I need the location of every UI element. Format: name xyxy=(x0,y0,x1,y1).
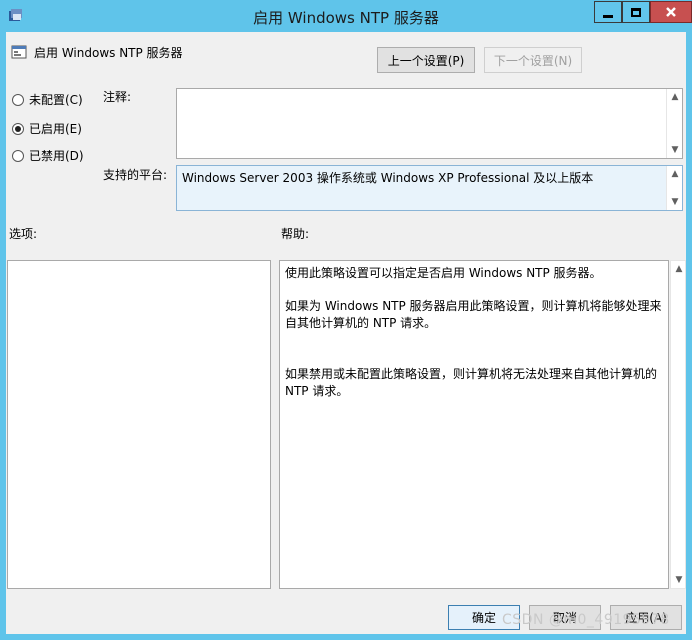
supported-platform-text: Windows Server 2003 操作系统或 Windows XP Pro… xyxy=(182,171,594,185)
radio-circle-selected xyxy=(12,122,24,135)
title-bar[interactable]: 启用 Windows NTP 服务器 xyxy=(0,0,692,32)
comment-field[interactable]: ▲ ▼ xyxy=(176,88,683,159)
maximize-button[interactable] xyxy=(622,1,650,23)
scroll-up-icon[interactable]: ▲ xyxy=(670,169,680,179)
dialog-body: 启用 Windows NTP 服务器 上一个设置(P) 下一个设置(N) 未配置… xyxy=(6,32,686,634)
minimize-icon xyxy=(603,14,613,18)
scroll-down-icon[interactable]: ▼ xyxy=(670,197,680,207)
close-button[interactable] xyxy=(650,1,692,23)
help-panel: 使用此策略设置可以指定是否启用 Windows NTP 服务器。 如果为 Win… xyxy=(279,260,669,589)
window-title: 启用 Windows NTP 服务器 xyxy=(253,9,439,27)
options-label: 选项: xyxy=(9,227,38,241)
radio-enabled[interactable]: 已启用(E) xyxy=(12,120,82,137)
help-scrollbar[interactable]: ▲ ▼ xyxy=(670,260,686,589)
scroll-up-icon[interactable]: ▲ xyxy=(670,92,680,102)
supported-on-label: 支持的平台: xyxy=(103,168,168,182)
scroll-down-icon[interactable]: ▼ xyxy=(674,575,684,585)
comment-label: 注释: xyxy=(103,90,132,104)
close-icon xyxy=(666,7,676,17)
previous-setting-button[interactable]: 上一个设置(P) xyxy=(377,47,475,73)
minimize-button[interactable] xyxy=(594,1,622,23)
radio-circle xyxy=(12,93,24,106)
ok-label: 确定 xyxy=(471,611,496,625)
help-paragraph: 如果为 Windows NTP 服务器启用此策略设置，则计算机将能够处理来自其他… xyxy=(285,299,662,330)
supported-platform-field: Windows Server 2003 操作系统或 Windows XP Pro… xyxy=(176,165,683,211)
watermark-text: CSDN @m0_49195978 xyxy=(502,612,670,628)
next-setting-label: 下一个设置(N) xyxy=(493,53,573,68)
next-setting-button[interactable]: 下一个设置(N) xyxy=(484,47,582,73)
radio-disabled[interactable]: 已禁用(D) xyxy=(12,147,84,164)
radio-disabled-label: 已禁用(D) xyxy=(29,149,84,163)
window-frame: 启用 Windows NTP 服务器 启用 Windows NTP 服务器 上一… xyxy=(0,0,692,640)
comment-scrollbar[interactable]: ▲ ▼ xyxy=(666,89,682,158)
radio-enabled-label: 已启用(E) xyxy=(29,122,82,136)
platform-scrollbar[interactable]: ▲ ▼ xyxy=(666,166,682,210)
options-panel xyxy=(7,260,271,589)
maximize-icon xyxy=(631,7,641,17)
scroll-down-icon[interactable]: ▼ xyxy=(670,145,680,155)
radio-circle xyxy=(12,149,24,162)
help-paragraph: 使用此策略设置可以指定是否启用 Windows NTP 服务器。 xyxy=(285,266,602,280)
help-label: 帮助: xyxy=(281,227,310,241)
previous-setting-label: 上一个设置(P) xyxy=(387,53,465,68)
policy-setting-icon xyxy=(11,45,27,59)
policy-name: 启用 Windows NTP 服务器 xyxy=(34,46,183,60)
radio-not-configured[interactable]: 未配置(C) xyxy=(12,91,83,108)
help-paragraph: 如果禁用或未配置此策略设置，则计算机将无法处理来自其他计算机的 NTP 请求。 xyxy=(285,367,658,398)
radio-not-configured-label: 未配置(C) xyxy=(29,93,83,107)
scroll-up-icon[interactable]: ▲ xyxy=(674,264,684,274)
